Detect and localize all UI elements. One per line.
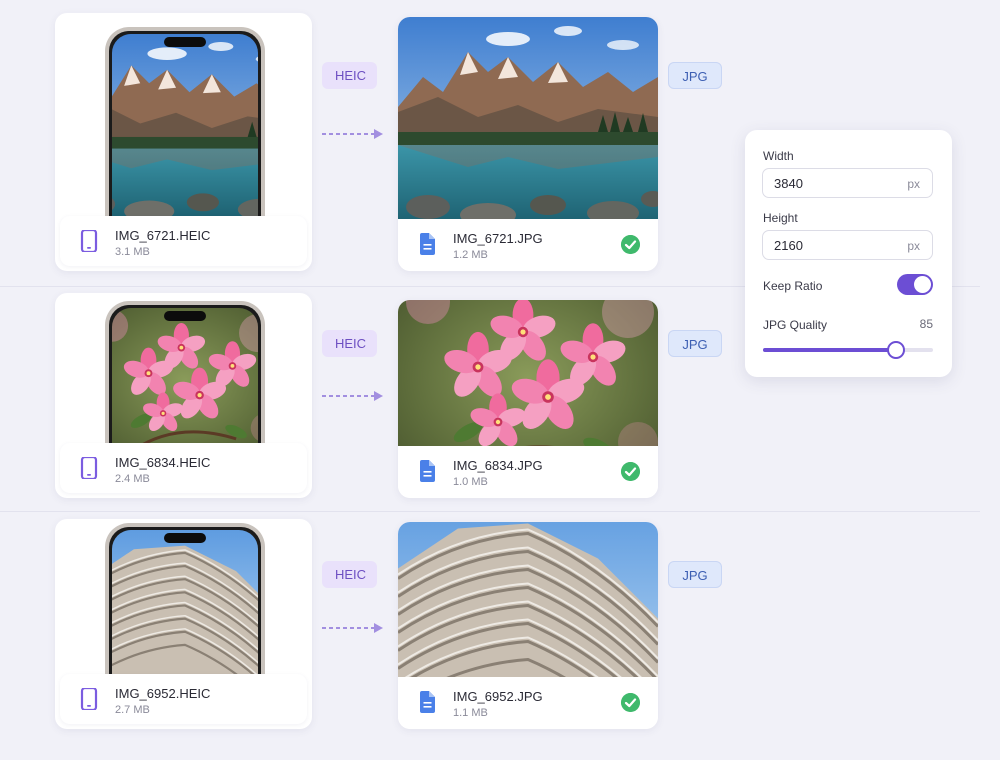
height-input[interactable]: 2160 px (762, 230, 933, 260)
height-label: Height (763, 211, 798, 225)
toggle-knob (914, 276, 931, 293)
jpg-format-badge: JPG (668, 62, 722, 89)
dynamic-island (164, 37, 206, 47)
jpg-format-badge: JPG (668, 330, 722, 357)
phone-icon (80, 457, 98, 479)
heic-format-badge: HEIC (322, 62, 377, 89)
document-icon (420, 460, 435, 482)
width-value: 3840 (774, 176, 803, 191)
dashed-arrow-icon (322, 623, 383, 633)
converted-photo (398, 300, 658, 448)
source-file-name: IMG_6834.HEIC (115, 455, 211, 470)
source-photo (112, 308, 258, 453)
heic-format-badge: HEIC (322, 330, 377, 357)
source-file-info: IMG_6952.HEIC 2.7 MB (60, 674, 307, 724)
dynamic-island (164, 311, 206, 321)
dashed-arrow-icon (322, 391, 383, 401)
converted-photo (398, 17, 658, 221)
dashed-arrow-icon (322, 129, 383, 139)
height-unit: px (907, 239, 920, 253)
height-value: 2160 (774, 238, 803, 253)
converted-file-card[interactable]: IMG_6834.JPG 1.0 MB (398, 300, 658, 498)
source-file-size: 2.7 MB (115, 704, 150, 716)
source-file-card[interactable]: IMG_6721.HEIC 3.1 MB (55, 13, 312, 271)
phone-icon (80, 688, 98, 710)
source-file-size: 2.4 MB (115, 473, 150, 485)
converted-file-size: 1.1 MB (453, 707, 488, 719)
keep-ratio-toggle[interactable] (897, 274, 933, 295)
source-file-name: IMG_6952.HEIC (115, 686, 211, 701)
converted-file-name: IMG_6721.JPG (453, 231, 543, 246)
document-icon (420, 233, 435, 255)
converted-file-info: IMG_6952.JPG 1.1 MB (398, 677, 658, 729)
jpg-quality-slider[interactable] (763, 341, 933, 359)
width-input[interactable]: 3840 px (762, 168, 933, 198)
check-circle-icon (621, 693, 640, 712)
source-file-card[interactable]: IMG_6834.HEIC 2.4 MB (55, 293, 312, 498)
row-divider (0, 511, 980, 512)
conversion-row: IMG_6721.HEIC 3.1 MB HEIC IMG_6721.JPG 1… (0, 13, 740, 271)
converted-file-size: 1.2 MB (453, 249, 488, 261)
converted-photo (398, 522, 658, 679)
converted-file-info: IMG_6721.JPG 1.2 MB (398, 219, 658, 271)
resize-settings-panel: Width 3840 px Height 2160 px Keep Ratio … (745, 130, 952, 377)
converted-file-name: IMG_6834.JPG (453, 458, 543, 473)
width-unit: px (907, 177, 920, 191)
check-circle-icon (621, 462, 640, 481)
source-file-size: 3.1 MB (115, 246, 150, 258)
jpg-quality-label: JPG Quality (763, 318, 828, 332)
phone-frame (105, 523, 265, 678)
source-file-info: IMG_6721.HEIC 3.1 MB (60, 216, 307, 266)
source-file-name: IMG_6721.HEIC (115, 228, 211, 243)
source-file-info: IMG_6834.HEIC 2.4 MB (60, 443, 307, 493)
source-photo (112, 34, 258, 222)
slider-thumb[interactable] (886, 341, 905, 359)
source-photo (112, 530, 258, 678)
jpg-quality-value: 85 (919, 317, 933, 331)
conversion-row: IMG_6834.HEIC 2.4 MB HEIC IMG_6834.JPG 1… (0, 293, 740, 508)
phone-frame (105, 27, 265, 222)
jpg-format-badge: JPG (668, 561, 722, 588)
keep-ratio-label: Keep Ratio (763, 279, 823, 293)
converted-file-size: 1.0 MB (453, 476, 488, 488)
width-label: Width (763, 149, 794, 163)
source-file-card[interactable]: IMG_6952.HEIC 2.7 MB (55, 519, 312, 729)
heic-format-badge: HEIC (322, 561, 377, 588)
converted-file-card[interactable]: IMG_6952.JPG 1.1 MB (398, 522, 658, 729)
phone-frame (105, 301, 265, 453)
slider-fill (763, 348, 896, 352)
converted-file-name: IMG_6952.JPG (453, 689, 543, 704)
converted-file-info: IMG_6834.JPG 1.0 MB (398, 446, 658, 498)
conversion-row: IMG_6952.HEIC 2.7 MB HEIC IMG_6952.JPG 1… (0, 519, 740, 734)
phone-icon (80, 230, 98, 252)
dynamic-island (164, 533, 206, 543)
document-icon (420, 691, 435, 713)
converted-file-card[interactable]: IMG_6721.JPG 1.2 MB (398, 17, 658, 271)
check-circle-icon (621, 235, 640, 254)
